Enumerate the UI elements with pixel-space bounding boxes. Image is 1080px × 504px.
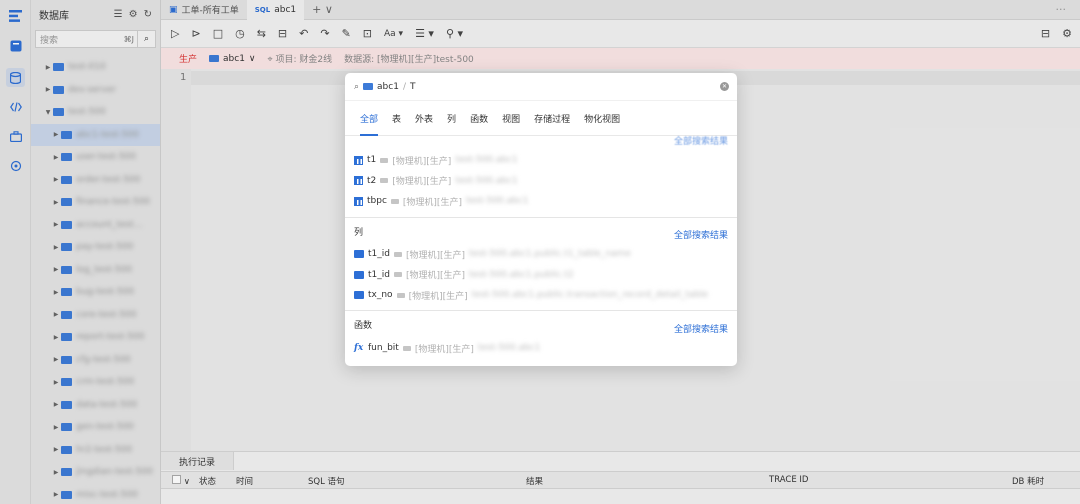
result-path-detail: test-500.abc1 <box>455 175 518 186</box>
folder-icon <box>354 291 364 299</box>
search-icon: ⌕ <box>354 81 360 92</box>
result-path-detail: test-500.abc1 <box>465 196 529 206</box>
section-divider <box>345 310 737 311</box>
result-path-detail: test-500.abc1 <box>455 155 518 165</box>
database-icon <box>402 345 411 351</box>
search-tab[interactable]: 物化视图 <box>577 101 627 136</box>
search-result-item[interactable]: t2 [物理机][生产] test-500.abc1 <box>354 174 518 188</box>
result-path: [物理机][生产] <box>405 250 466 261</box>
search-tab[interactable]: 视图 <box>495 101 527 136</box>
search-result-item[interactable]: fx fun_bit [物理机][生产] test-500.abc1 <box>354 341 540 355</box>
section-title-functions: 函数 <box>354 321 373 331</box>
database-icon <box>363 83 374 90</box>
folder-icon <box>354 270 364 279</box>
search-query[interactable]: T <box>410 82 416 92</box>
search-tab[interactable]: 函数 <box>463 101 495 136</box>
result-name: t1_id <box>368 249 390 259</box>
search-tab[interactable]: 存储过程 <box>527 101 577 136</box>
section-divider <box>345 217 737 218</box>
database-icon <box>396 292 405 298</box>
result-name: fun_bit <box>368 343 399 353</box>
database-icon <box>393 251 402 257</box>
search-result-item[interactable]: t1_id [物理机][生产] test-500.abc1.public.t2 <box>354 268 574 282</box>
database-icon <box>390 198 399 204</box>
result-path-detail: test-500.abc1.public.t2 <box>469 269 574 280</box>
all-results-link[interactable]: 全部搜索结果 <box>674 322 728 335</box>
search-result-item[interactable]: t1_id [物理机][生产] test-500.abc1.public.t1_ta… <box>354 247 631 261</box>
result-name: tx_no <box>368 290 393 300</box>
database-icon <box>393 272 402 277</box>
result-path: [物理机][生产] <box>414 344 474 355</box>
search-tab[interactable]: 列 <box>440 101 463 136</box>
database-icon <box>380 178 389 183</box>
result-path: [物理机][生产] <box>392 177 452 187</box>
search-result-item[interactable]: tbpc [物理机][生产] test-500.abc1 <box>354 194 528 208</box>
result-path: [物理机][生产] <box>392 156 452 167</box>
folder-icon <box>354 250 364 258</box>
result-name: t1_id <box>368 269 390 280</box>
section-title-columns: 列 <box>354 228 364 238</box>
function-icon: fx <box>354 343 364 353</box>
modal-tabs: 全部表外表列函数 视图 存储过程 物化视图 <box>345 101 737 136</box>
search-tab[interactable]: 外表 <box>408 101 440 136</box>
result-name: t1 <box>367 155 377 165</box>
all-results-link[interactable]: 全部搜索结果 <box>674 134 728 147</box>
result-path-detail: test-500.abc1 <box>477 343 541 353</box>
result-path: [物理机][生产] <box>408 291 468 302</box>
search-tab[interactable]: 全部 <box>353 101 385 136</box>
result-path-detail: test-500.abc1.public.t1_table_name <box>469 249 631 259</box>
search-result-item[interactable]: tx_no [物理机][生产] test-500.abc1.public.trans… <box>354 288 708 302</box>
result-name: tbpc <box>367 196 387 206</box>
result-name: t2 <box>367 175 377 186</box>
result-path-detail: test-500.abc1.public.transaction_record_… <box>471 290 709 300</box>
table-icon <box>354 176 363 185</box>
clear-icon[interactable]: ✕ <box>720 82 729 91</box>
database-icon <box>380 157 389 163</box>
table-icon <box>354 196 363 206</box>
search-tab[interactable]: 表 <box>385 101 408 136</box>
search-result-item[interactable]: t1 [物理机][生产] test-500.abc1 <box>354 153 518 167</box>
result-path: [物理机][生产] <box>402 197 462 208</box>
table-icon <box>354 155 363 165</box>
modal-search-bar[interactable]: ⌕ abc1 / T ✕ <box>345 73 737 101</box>
global-search-modal: ⌕ abc1 / T ✕ 全部表外表列函数 视图 存储过程 物化视图 全部搜索结果 t… <box>345 73 737 366</box>
all-results-link[interactable]: 全部搜索结果 <box>674 228 728 241</box>
search-scope: abc1 <box>377 81 399 92</box>
result-path: [物理机][生产] <box>405 271 466 281</box>
